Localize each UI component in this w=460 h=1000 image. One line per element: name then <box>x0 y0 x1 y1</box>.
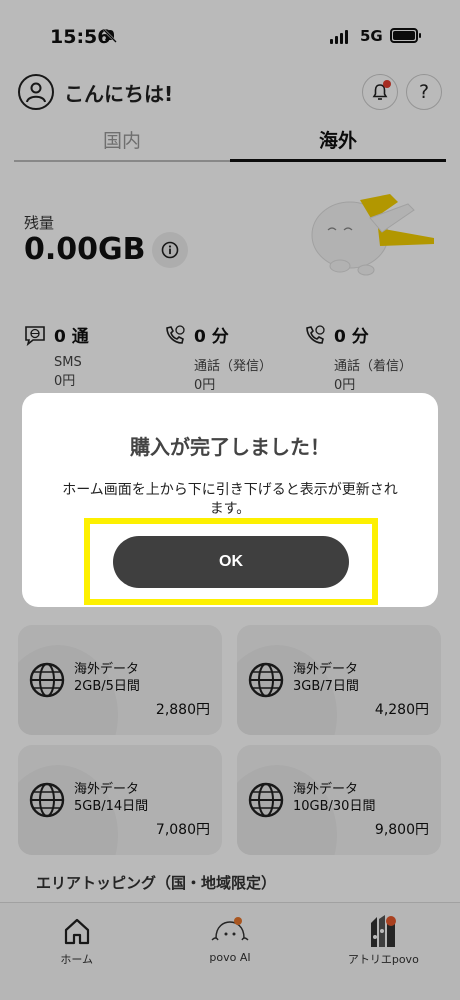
dialog-message: ホーム画面を上から下に引き下げると表示が更新されます。 <box>62 482 398 517</box>
ok-button[interactable]: OK <box>113 536 349 588</box>
dialog-title: 購入が完了しました！ <box>130 435 330 459</box>
app-screen: 15:56 5G こんにちは! ? 国内 海外 残量 0.00GB 0 通 SM… <box>0 0 460 1000</box>
